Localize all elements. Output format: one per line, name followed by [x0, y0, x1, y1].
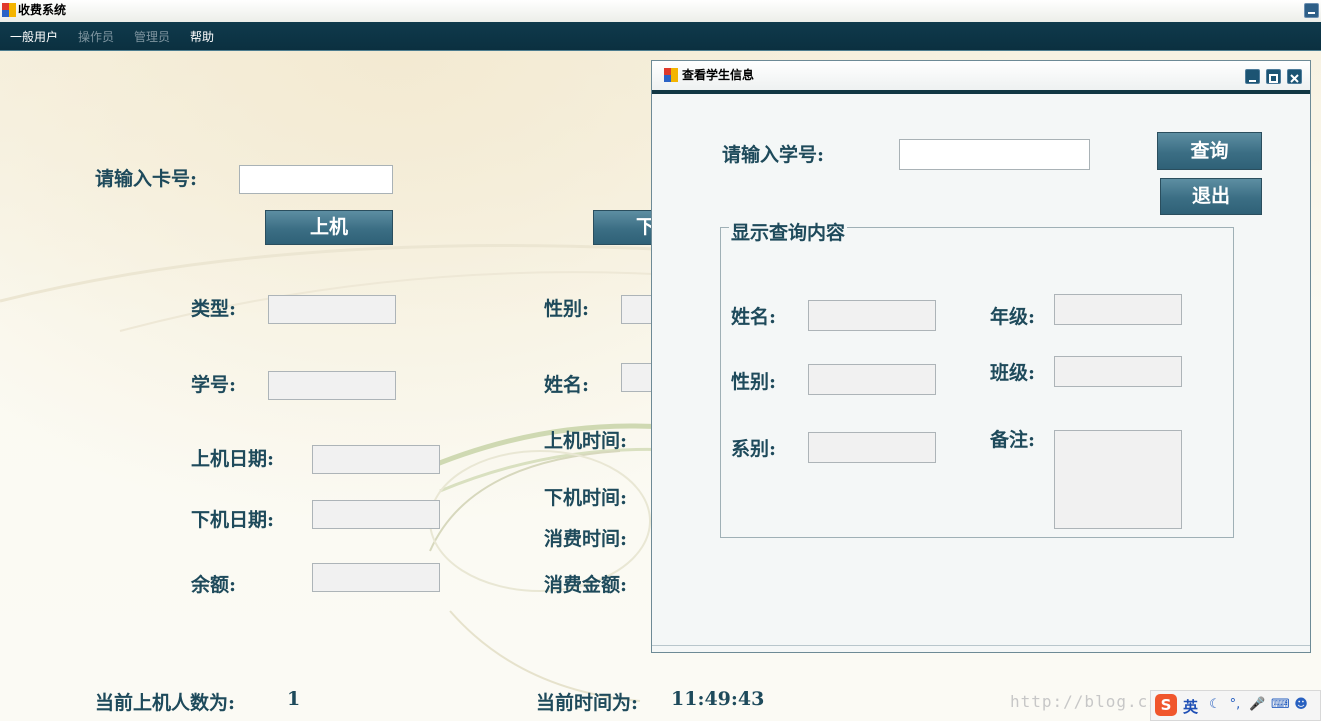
current-time-label: 当前时间为:: [536, 692, 639, 714]
offline-button[interactable]: 下: [593, 210, 655, 245]
sogou-logo-icon[interactable]: S: [1155, 694, 1177, 716]
online-time-label: 上机时间:: [544, 430, 628, 452]
moon-icon[interactable]: ☾: [1207, 697, 1223, 713]
online-date-label: 上机日期:: [191, 448, 275, 470]
microphone-icon[interactable]: 🎤: [1249, 697, 1265, 713]
query-button[interactable]: 查询: [1157, 132, 1262, 170]
current-time-value: 11:49:43: [671, 688, 765, 710]
dialog-remark-field: [1054, 430, 1182, 529]
app-titlebar: 收费系统: [0, 0, 1321, 23]
student-no-field: [268, 371, 396, 400]
dialog-class-field: [1054, 356, 1182, 387]
online-count-label: 当前上机人数为:: [95, 692, 236, 714]
menu-help[interactable]: 帮助: [190, 28, 214, 46]
card-number-label: 请输入卡号:: [95, 168, 198, 190]
dialog-department-label: 系别:: [731, 438, 777, 460]
consume-amount-label: 消费金额:: [544, 574, 628, 596]
offline-date-label: 下机日期:: [191, 509, 275, 531]
dialog-grade-label: 年级:: [990, 306, 1036, 328]
menu-bar: 一般用户 操作员 管理员 帮助: [0, 22, 1321, 52]
ime-language-toggle[interactable]: 英: [1183, 696, 1198, 717]
punctuation-icon[interactable]: °,: [1227, 697, 1243, 713]
dialog-title: 查看学生信息: [682, 68, 755, 82]
offline-time-label: 下机时间:: [544, 487, 628, 509]
student-no-label: 学号:: [191, 374, 237, 396]
exit-button[interactable]: 退出: [1160, 178, 1262, 215]
minimize-icon: [1249, 80, 1256, 82]
minimize-button[interactable]: [1304, 3, 1319, 18]
name-label: 姓名:: [544, 374, 590, 396]
dialog-gender-label: 性别:: [731, 371, 777, 393]
dialog-name-field: [808, 300, 936, 331]
menu-operator[interactable]: 操作员: [78, 28, 114, 46]
dialog-name-label: 姓名:: [731, 306, 777, 328]
consume-time-label: 消费时间:: [544, 528, 628, 550]
app-title: 收费系统: [18, 3, 67, 17]
app-icon: [2, 3, 16, 17]
type-label: 类型:: [191, 298, 237, 320]
dialog-maximize-button[interactable]: [1266, 69, 1281, 84]
keyboard-icon[interactable]: ⌨: [1271, 697, 1290, 713]
balance-field: [312, 563, 440, 592]
dialog-class-label: 班级:: [990, 362, 1036, 384]
card-number-input[interactable]: [239, 165, 393, 194]
menu-general-user[interactable]: 一般用户: [10, 28, 58, 46]
maximize-icon: [1269, 74, 1278, 83]
dialog-gender-field: [808, 364, 936, 395]
student-info-dialog: 查看学生信息 请输入学号: 查询 退出 显示查询内容 姓名: 性别: 系别: 年…: [651, 60, 1311, 653]
dialog-close-button[interactable]: [1287, 69, 1302, 84]
dialog-remark-label: 备注:: [990, 429, 1036, 451]
dialog-grade-field: [1054, 294, 1182, 325]
dialog-student-no-input[interactable]: [899, 139, 1090, 170]
dialog-minimize-button[interactable]: [1245, 69, 1260, 84]
balance-label: 余额:: [191, 574, 237, 596]
online-button[interactable]: 上机: [265, 210, 393, 245]
ime-toolbar: S 英 ☾ °, 🎤 ⌨ ☻: [1150, 690, 1321, 721]
gender-label: 性别:: [544, 298, 590, 320]
type-field: [268, 295, 396, 324]
query-result-group-title: 显示查询内容: [729, 218, 848, 245]
user-icon[interactable]: ☻: [1293, 697, 1309, 713]
close-icon: [1290, 74, 1299, 83]
dialog-titlebar: 查看学生信息: [652, 61, 1310, 94]
offline-date-field: [312, 500, 440, 529]
dialog-department-field: [808, 432, 936, 463]
dialog-bottom-divider: [652, 645, 1310, 646]
online-date-field: [312, 445, 440, 474]
dialog-student-no-label: 请输入学号:: [722, 144, 825, 166]
dialog-app-icon: [664, 68, 678, 82]
menu-admin[interactable]: 管理员: [134, 28, 170, 46]
online-count-value: 1: [287, 688, 301, 710]
